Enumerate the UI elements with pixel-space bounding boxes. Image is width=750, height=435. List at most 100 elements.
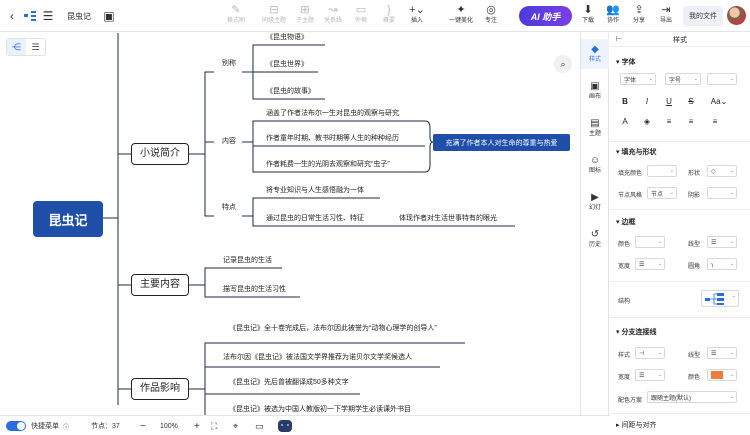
fit-screen-icon[interactable]: ⛶	[211, 416, 217, 435]
back-arrow-icon[interactable]: ‹	[4, 0, 20, 32]
feature-item[interactable]: 通过昆虫的日常生活习性、特征	[266, 214, 364, 224]
content-item[interactable]: 描写昆虫的生活习性	[223, 285, 286, 295]
rail-item-canvas[interactable]: ▣ 画布	[581, 76, 609, 106]
zoom-level[interactable]: 100%	[160, 416, 178, 435]
quick-menu-toggle[interactable]	[6, 416, 26, 435]
zoom-out-icon[interactable]: −	[140, 416, 146, 435]
structure-select[interactable]: ⌄	[701, 290, 739, 307]
border-color-picker[interactable]: ⌄	[635, 236, 665, 248]
align-right-icon[interactable]: ≡	[708, 114, 722, 128]
feature-extra-item[interactable]: 体现作者对生活世事特有的眼光	[399, 214, 497, 224]
feature-item[interactable]: 将专业知识与人生感悟融为一体	[266, 186, 364, 196]
menu-icon[interactable]: ☰	[40, 0, 56, 32]
collaborate-icon: 👥	[606, 4, 620, 16]
presentation-icon[interactable]: ▭	[255, 416, 264, 435]
branch-section-title[interactable]: ▾ 分支连接线	[616, 327, 656, 337]
outline-view-icon[interactable]: ☰	[26, 39, 45, 55]
sub-alias[interactable]: 别称	[222, 59, 236, 69]
document-title[interactable]: 昆虫记	[62, 0, 96, 32]
border-section-title[interactable]: ▾ 边框	[616, 217, 635, 227]
color-scheme-select[interactable]: 跟随主题(默认) ⌄	[647, 391, 737, 403]
export-button[interactable]: ⇥ 导出	[650, 3, 682, 29]
insert-button[interactable]: +⌄ 插入	[401, 3, 433, 29]
rail-item-slides[interactable]: ▶ 幻灯	[581, 187, 609, 217]
branch-style-select[interactable]: ⊣ ⌄	[635, 347, 665, 359]
line-type-label: 线型	[688, 242, 701, 248]
locate-icon[interactable]: ⌖	[233, 416, 238, 435]
inner-item[interactable]: 作者耗费一生的光阴去观察和研究“虫子”	[266, 160, 390, 170]
branch-width-select[interactable]: ☰ ⌄	[635, 369, 665, 381]
underline-icon[interactable]: U	[662, 94, 676, 108]
view-mode-toggle[interactable]: ⋲ ☰	[6, 38, 46, 56]
shadow-label: 阴影	[688, 193, 701, 199]
rail-item-theme[interactable]: ▤ 主题	[581, 113, 609, 143]
alias-item[interactable]: 《昆虫的故事》	[266, 87, 315, 97]
zoom-in-icon[interactable]: +	[194, 416, 200, 435]
help-icon[interactable]: ⓘ	[63, 416, 69, 435]
influence-item[interactable]: 《昆虫记》全十卷完成后，法布尔因此被誉为“动物心理学的创导人”	[229, 324, 437, 334]
influence-item[interactable]: 《昆虫记》先后曾被翻译成50多种文字	[229, 378, 349, 388]
sub-feature[interactable]: 特点	[222, 203, 236, 213]
rail-item-style[interactable]: ◆ 样式	[581, 39, 609, 69]
focus-icon: ◎	[486, 4, 496, 16]
node-style-select[interactable]: 节点 ⌄	[647, 187, 677, 199]
text-case-icon[interactable]: Aa⌄	[708, 94, 730, 108]
align-center-icon[interactable]: ≡	[684, 114, 698, 128]
rail-item-icons[interactable]: ☺ 图标	[581, 150, 609, 180]
italic-icon[interactable]: I	[640, 94, 654, 108]
branch-content[interactable]: 主要内容	[131, 274, 189, 296]
boundary-label: 外框	[354, 18, 367, 24]
alias-item[interactable]: 《昆虫物语》	[266, 33, 308, 43]
status-bar: 快捷菜单 ⓘ 节点：37 − 100% + ⛶ ⌖ ▭	[0, 415, 610, 435]
font-section-title[interactable]: ▾ 字体	[616, 57, 635, 67]
line-type-select[interactable]: ☰ ⌄	[707, 236, 737, 248]
strikethrough-icon[interactable]: S	[684, 94, 698, 108]
spacing-section-title[interactable]: ▸ 间距与对齐	[616, 420, 656, 430]
fill-color-picker[interactable]: ⌄	[647, 165, 677, 177]
shape-select[interactable]: ◇ ⌄	[707, 165, 737, 177]
root-node[interactable]: 昆虫记	[33, 201, 103, 237]
highlight-icon[interactable]: ◈	[640, 114, 654, 128]
mindmap-canvas[interactable]: ⋲ ☰ ⌕ 昆虫记 小说简介 主要内容 作品影响 别称 内容 特点 《昆虫物语》…	[0, 33, 580, 415]
font-size-select[interactable]: 字号 ⌄	[665, 73, 701, 85]
radius-select[interactable]: ╮ ⌄	[707, 258, 737, 270]
summary-node[interactable]: 充满了作者本人对生命的尊重与热爱	[433, 134, 570, 151]
branch-influence[interactable]: 作品影响	[131, 378, 189, 400]
ai-assistant-button[interactable]: AI 助手	[519, 6, 572, 26]
toggle-switch[interactable]	[6, 421, 26, 431]
influence-item[interactable]: 法布尔因《昆虫记》被法国文学界推荐为诺贝尔文学奖候选人	[223, 353, 412, 363]
sub-inner[interactable]: 内容	[222, 137, 236, 147]
canvas-search-icon[interactable]: ⌕	[554, 55, 572, 73]
focus-button[interactable]: ◎ 专注	[475, 3, 507, 29]
font-family-value: 字体	[624, 77, 637, 84]
beautify-button[interactable]: ✦ 一键美化	[445, 3, 477, 29]
border-width-select[interactable]: ☰ ⌄	[635, 258, 665, 270]
font-family-select[interactable]: 字体 ⌄	[620, 73, 656, 85]
mindmap-view-icon[interactable]: ⋲	[7, 39, 26, 55]
rail-item-history[interactable]: ↺ 历史	[581, 224, 609, 254]
branch-intro[interactable]: 小说简介	[131, 143, 189, 165]
fill-section-title[interactable]: ▾ 填充与形状	[616, 147, 656, 157]
color-scheme-label: 配色方案	[618, 398, 643, 404]
mindmap-logo-icon[interactable]	[22, 0, 38, 32]
inner-item[interactable]: 作者童年时期、教书时期等人生的种种经历	[266, 134, 399, 144]
format-painter-button[interactable]: ✎ 格式刷	[220, 3, 252, 29]
avatar[interactable]	[727, 6, 746, 25]
rail-item-label: 画布	[588, 93, 601, 100]
child-topic-label: 子主题	[295, 18, 314, 24]
sibling-topic-button[interactable]: ⊟ 同级主题	[258, 3, 290, 29]
save-icon[interactable]: ▣	[100, 0, 118, 32]
inner-item[interactable]: 涵盖了作者法布尔一生对昆虫的观察与研究	[266, 109, 399, 119]
shadow-select[interactable]: ⌄	[707, 187, 737, 199]
branch-line-type-select[interactable]: ☰ ⌄	[707, 347, 737, 359]
font-weight-select[interactable]: ⌄	[707, 73, 737, 85]
text-color-icon[interactable]: A	[618, 114, 632, 128]
bold-icon[interactable]: B	[618, 94, 632, 108]
alias-item[interactable]: 《昆虫世界》	[266, 60, 308, 70]
branch-color-picker[interactable]: ⌄	[707, 369, 737, 381]
assistant-robot-icon[interactable]	[278, 416, 292, 435]
my-files-button[interactable]: 我的文件	[683, 6, 723, 26]
influence-item[interactable]: 《昆虫记》被选为中国人教版初一下学期学生必读课外书目	[229, 405, 411, 415]
content-item[interactable]: 记录昆虫的生活	[223, 256, 272, 266]
align-left-icon[interactable]: ≡	[662, 114, 676, 128]
